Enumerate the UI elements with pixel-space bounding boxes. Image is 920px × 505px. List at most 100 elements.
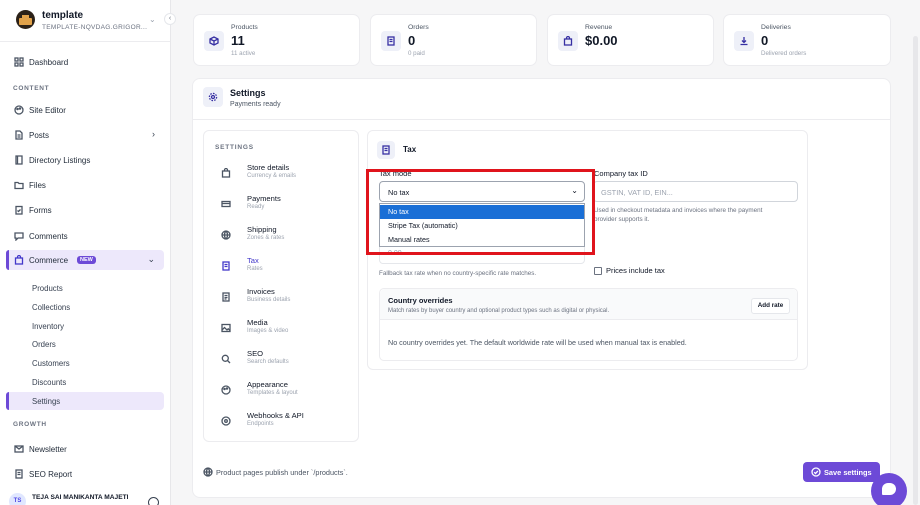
tax-mode-select[interactable]: No tax ⌄ [379,181,585,202]
sidebar-item-label: Newsletter [29,445,67,454]
help-line: Used in checkout metadata and invoices w… [594,207,763,214]
menu-item-subtitle: Ready [247,204,265,210]
menu-item-subtitle: Business details [247,297,291,303]
sidebar-subitem-orders[interactable]: Orders [6,335,164,353]
sidebar-item-forms[interactable]: Forms [6,200,164,220]
default-tax-rate-input[interactable]: 0.00 [379,244,585,264]
sidebar-item-commerce[interactable]: Commerce NEW ⌄ [6,250,164,270]
option-no-tax[interactable]: No tax [380,205,584,219]
sidebar-item-label: Forms [29,206,52,215]
settings-menu-payments[interactable]: Payments Ready [218,193,358,217]
sidebar-subitem-customers[interactable]: Customers [6,354,164,372]
sidebar-item-comments[interactable]: Comments [6,226,164,246]
sidebar-subitem-settings[interactable]: Settings [6,392,164,410]
option-stripe-tax[interactable]: Stripe Tax (automatic) [380,219,584,233]
settings-panel: Settings Payments ready SETTINGS Store d… [192,78,891,498]
stat-label: Orders [408,24,429,31]
add-rate-button[interactable]: Add rate [751,298,790,314]
sidebar-subitem-label: Discounts [32,378,67,387]
sidebar-item-label: Files [29,181,46,190]
settings-menu-appearance[interactable]: Appearance Templates & layout [218,379,358,403]
menu-item-subtitle: Rates [247,266,263,272]
avatar: TS [9,493,26,505]
check-circle-icon [811,467,821,477]
box-icon [204,31,224,51]
collapse-sidebar-button[interactable]: ‹ [164,13,176,25]
receipt-icon [381,31,401,51]
stat-label: Products [231,24,258,31]
sidebar-subitem-collections[interactable]: Collections [6,298,164,316]
tax-mode-label: Tax mode [379,169,412,178]
globe-icon [221,230,231,240]
divider [0,41,170,42]
sidebar-item-label: Comments [29,232,68,241]
menu-item-title: Webhooks & API [247,411,304,420]
stat-sub: 11 active [231,50,256,57]
stat-sub: Delivered orders [761,50,807,57]
stat-card-orders: Orders 0 0 paid [370,14,537,66]
chat-widget-button[interactable] [871,473,907,505]
clipboard-check-icon [15,205,23,215]
settings-menu-invoices[interactable]: Invoices Business details [218,286,358,310]
menu-item-title: Store details [247,163,290,172]
chevron-down-icon: ⌄ [571,186,578,195]
sidebar-item-label: Directory Listings [29,156,91,165]
company-tax-id-input[interactable]: GSTIN, VAT ID, EIN... [593,181,798,202]
workspace-avatar [16,10,35,29]
menu-item-title: Invoices [247,287,275,296]
user-menu[interactable]: TS TEJA SAI MANIKANTA MAJETI [9,493,169,505]
settings-menu-webhooks-api[interactable]: Webhooks & API Endpoints [218,410,358,434]
menu-item-title: Media [247,318,268,327]
globe-icon [203,467,213,477]
sidebar-subitem-products[interactable]: Products [6,279,164,297]
sidebar-item-newsletter[interactable]: Newsletter [6,439,164,459]
workspace-subtitle: TEMPLATE-NQVDAG.GRIGOR... [42,24,148,31]
section-heading-content: CONTENT [13,85,50,92]
sidebar-subitem-inventory[interactable]: Inventory [6,317,164,335]
sidebar-item-seo-report[interactable]: SEO Report [6,464,164,484]
image-icon [221,323,231,333]
mail-icon [14,445,24,453]
page-scrollbar[interactable] [913,36,918,505]
document-icon [15,130,23,140]
stat-card-products: Products 11 11 active [193,14,360,66]
stat-value: $0.00 [585,33,618,48]
sidebar-subitem-label: Products [32,284,63,293]
sidebar-item-posts[interactable]: Posts › [6,125,164,145]
tax-mode-dropdown: No tax Stripe Tax (automatic) Manual rat… [379,203,585,247]
sidebar-subitem-label: Collections [32,303,71,312]
sidebar-item-directory-listings[interactable]: Directory Listings [6,150,164,170]
sidebar-subitem-discounts[interactable]: Discounts [6,373,164,391]
bag-icon [221,168,231,178]
country-overrides-subtitle: Match rates by buyer country and optiona… [388,308,610,314]
footer-note-text: Product pages publish under `/products`. [216,468,348,477]
settings-menu-media[interactable]: Media Images & video [218,317,358,341]
settings-menu-tax[interactable]: Tax Rates [218,255,358,279]
workspace-switcher[interactable]: template TEMPLATE-NQVDAG.GRIGOR... ⌄ [16,10,166,34]
settings-menu: SETTINGS Store details Currency & emails… [203,130,359,442]
sidebar-subitem-label: Inventory [32,322,65,331]
sidebar-item-files[interactable]: Files [6,175,164,195]
settings-menu-store-details[interactable]: Store details Currency & emails [218,162,358,186]
menu-item-subtitle: Images & video [247,328,289,334]
settings-menu-seo[interactable]: SEO Search defaults [218,348,358,372]
chevron-down-icon: ⌄ [149,15,156,24]
folder-icon [14,181,24,190]
webhook-icon [221,416,231,426]
sidebar-item-label: SEO Report [29,470,73,479]
search-icon [221,354,231,364]
save-settings-button[interactable]: Save settings [803,462,880,482]
sidebar-item-dashboard[interactable]: Dashboard [6,52,164,72]
menu-item-title: SEO [247,349,264,358]
settings-menu-shipping[interactable]: Shipping Zones & rates [218,224,358,248]
menu-item-subtitle: Search defaults [247,359,289,365]
prices-include-tax-checkbox[interactable] [594,267,602,275]
sidebar-item-site-editor[interactable]: Site Editor [6,100,164,120]
option-manual-rates[interactable]: Manual rates [380,233,584,247]
stat-card-revenue: Revenue $0.00 [547,14,714,66]
sidebar-item-label: Site Editor [29,106,66,115]
input-placeholder: GSTIN, VAT ID, EIN... [601,188,673,197]
section-title: Tax [403,145,417,154]
stat-card-deliveries: Deliveries 0 Delivered orders [723,14,891,66]
user-menu-chevron-icon[interactable] [148,497,159,505]
